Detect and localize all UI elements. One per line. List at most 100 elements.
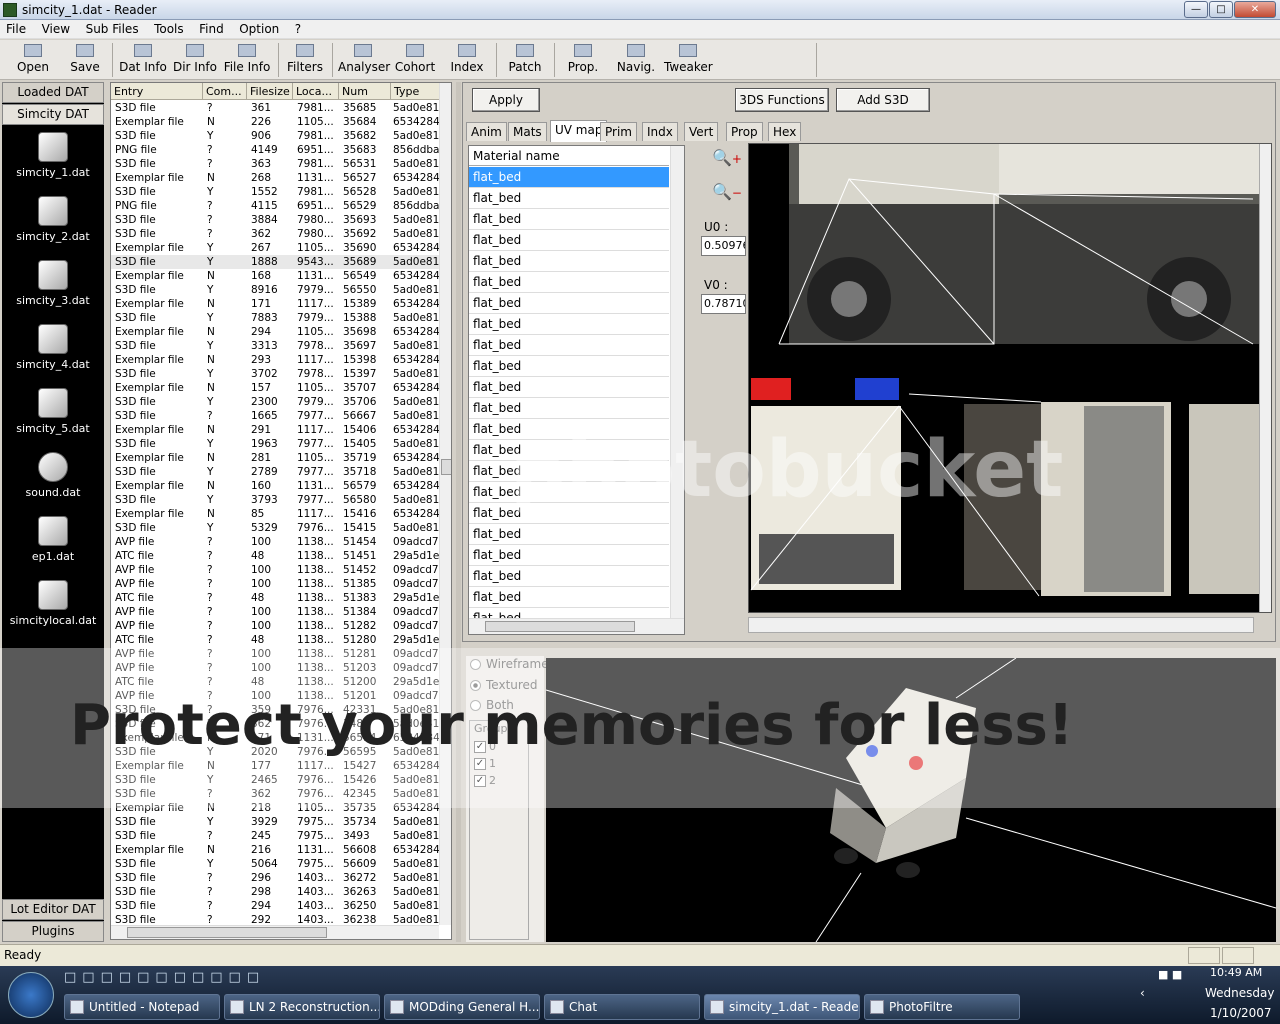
plugins-button[interactable]: Plugins: [2, 921, 104, 942]
dat-item-simcitylocal[interactable]: simcitylocal.dat: [2, 580, 104, 627]
file-row[interactable]: S3D file? 363 7981... 56531 5ad0e81: [111, 157, 441, 171]
tab-vert[interactable]: Vert: [684, 122, 719, 141]
col-num[interactable]: Num: [339, 83, 391, 100]
col-entry[interactable]: Entry: [111, 83, 203, 100]
minimize-button[interactable]: —: [1184, 1, 1208, 18]
navig-button[interactable]: Navig.: [614, 42, 658, 78]
material-hscroll[interactable]: [469, 618, 684, 634]
material-row[interactable]: flat_bed: [469, 335, 669, 356]
file-row[interactable]: S3D file? 296 1403... 36272 5ad0e81: [111, 871, 441, 885]
add-s3d-button[interactable]: Add S3D: [836, 88, 930, 112]
file-row[interactable]: S3D file? 3884 7980... 35693 5ad0e81: [111, 213, 441, 227]
uv-map-canvas[interactable]: [748, 143, 1272, 613]
material-row[interactable]: flat_bed: [469, 482, 669, 503]
file-row[interactable]: S3D file? 359 7976... 42331 5ad0e81: [111, 703, 441, 717]
file-row[interactable]: S3D file Y 2465 7976... 15426 5ad0e81: [111, 773, 441, 787]
file-row[interactable]: S3D file Y 2789 7977... 35718 5ad0e81: [111, 465, 441, 479]
file-row[interactable]: AVP file? 100 1138... 51203 09adcd7: [111, 661, 441, 675]
file-row[interactable]: Exemplar file N 171 1117... 15389 6534284: [111, 297, 441, 311]
file-row[interactable]: S3D file? 362 7976... 42345 5ad0e81: [111, 787, 441, 801]
start-button[interactable]: [8, 972, 54, 1018]
file-row[interactable]: S3D file? 362 7980... 35692 5ad0e81: [111, 227, 441, 241]
file-row[interactable]: S3D file Y 3929 7975... 35734 5ad0e81: [111, 815, 441, 829]
3ds-functions-button[interactable]: 3DS Functions: [735, 88, 829, 112]
prop-button[interactable]: Prop.: [562, 42, 604, 78]
file-row[interactable]: Exemplar file N 85 1117... 15416 6534284: [111, 507, 441, 521]
material-row[interactable]: flat_bed: [469, 314, 669, 335]
both-radio[interactable]: [470, 700, 481, 711]
file-row[interactable]: S3D file Y 1963 7977... 15405 5ad0e81: [111, 437, 441, 451]
file-row[interactable]: Exemplar file N 177 1117... 15427 6534284: [111, 759, 441, 773]
file-row[interactable]: S3D file? 361 7981... 35685 5ad0e81: [111, 101, 441, 115]
v0-field[interactable]: 0.787109: [701, 294, 746, 314]
material-row[interactable]: flat_bed: [469, 545, 669, 566]
material-list[interactable]: Material name flat_bed flat_bed flat_bed fl…: [468, 145, 685, 635]
file-row[interactable]: S3D file? 245 7975... 3493 5ad0e81: [111, 829, 441, 843]
file-row[interactable]: Exemplar file N 281 1105... 35719 6534284: [111, 451, 441, 465]
quick-launch[interactable]: □□□□□□□□□□□: [64, 970, 314, 988]
material-row[interactable]: flat_bed: [469, 419, 669, 440]
task-reader[interactable]: simcity_1.dat - Reader: [704, 994, 860, 1020]
dat-item-sound[interactable]: sound.dat: [2, 452, 104, 499]
group-1-checkbox[interactable]: ✓: [474, 758, 486, 770]
file-row[interactable]: S3D file Y 8916 7979... 56550 5ad0e81: [111, 283, 441, 297]
tray-expand-icon[interactable]: ‹: [1140, 986, 1145, 1000]
file-list-hscroll[interactable]: [111, 925, 439, 939]
file-row[interactable]: ATC file? 48 1138... 51280 29a5d1e: [111, 633, 441, 647]
close-button[interactable]: ✕: [1234, 1, 1276, 18]
material-row[interactable]: flat_bed: [469, 566, 669, 587]
file-row[interactable]: Exemplar file N 268 1131... 56527 6534284: [111, 171, 441, 185]
textured-radio[interactable]: [470, 680, 481, 691]
panel-splitter[interactable]: [456, 82, 461, 942]
cohort-button[interactable]: Cohort: [392, 42, 438, 78]
tweaker-button[interactable]: Tweaker: [664, 42, 713, 78]
file-row[interactable]: S3D file Y 3702 7978... 15397 5ad0e81: [111, 367, 441, 381]
material-vscroll[interactable]: [670, 146, 684, 618]
col-location[interactable]: Loca...: [293, 83, 339, 100]
simcity-dat-button[interactable]: Simcity DAT: [2, 104, 104, 125]
hscroll-thumb[interactable]: [127, 927, 327, 938]
file-row[interactable]: S3D file Y 5329 7976... 15415 5ad0e81: [111, 521, 441, 535]
file-row[interactable]: ATC file? 48 1138... 51200 29a5d1e: [111, 675, 441, 689]
wireframe-radio[interactable]: [470, 659, 481, 670]
file-row[interactable]: Exemplar file N 160 1131... 56579 6534284: [111, 479, 441, 493]
file-row[interactable]: ATC file? 48 1138... 51451 29a5d1e: [111, 549, 441, 563]
file-info-button[interactable]: File Info: [222, 42, 272, 78]
material-row[interactable]: flat_bed: [469, 440, 669, 461]
menu-find[interactable]: Find: [193, 20, 230, 36]
material-row[interactable]: flat_bed: [469, 587, 669, 608]
tray-icons[interactable]: ■ ■: [1158, 968, 1182, 981]
save-button[interactable]: Save: [66, 42, 104, 78]
file-row[interactable]: S3D file Y 3793 7977... 56580 5ad0e81: [111, 493, 441, 507]
file-row[interactable]: Exemplar file N 226 1105... 35684 6534284: [111, 115, 441, 129]
material-row[interactable]: flat_bed: [469, 461, 669, 482]
file-row[interactable]: Exemplar file N 216 1131... 56608 6534284: [111, 843, 441, 857]
file-list[interactable]: Entry Com... Filesize Loca... Num Type S…: [110, 82, 452, 940]
material-row[interactable]: flat_bed: [469, 293, 669, 314]
dat-item-ep1[interactable]: ep1.dat: [2, 516, 104, 563]
file-row[interactable]: Exemplar file Y 267 1105... 35690 6534284: [111, 241, 441, 255]
loaded-dat-button[interactable]: Loaded DAT: [2, 82, 104, 103]
file-row[interactable]: Exemplar file N 157 1105... 35707 6534284: [111, 381, 441, 395]
tab-indx[interactable]: Indx: [642, 122, 678, 141]
task-notepad[interactable]: Untitled - Notepad: [64, 994, 220, 1020]
file-row[interactable]: AVP file? 100 1138... 51384 09adcd7: [111, 605, 441, 619]
file-row[interactable]: AVP file? 100 1138... 51452 09adcd7: [111, 563, 441, 577]
dat-item-simcity-2[interactable]: simcity_2.dat: [2, 196, 104, 243]
file-row[interactable]: Exemplar file N 294 1105... 35698 6534284: [111, 325, 441, 339]
col-filesize[interactable]: Filesize: [247, 83, 293, 100]
file-row[interactable]: S3D file Y 7883 7979... 15388 5ad0e81: [111, 311, 441, 325]
group-0-checkbox[interactable]: ✓: [474, 741, 486, 753]
group-2-checkbox[interactable]: ✓: [474, 775, 486, 787]
material-row[interactable]: flat_bed: [469, 503, 669, 524]
tab-mats[interactable]: Mats: [508, 122, 547, 141]
file-row[interactable]: S3D file Y 1552 7981... 56528 5ad0e81: [111, 185, 441, 199]
tab-prim[interactable]: Prim: [600, 122, 637, 141]
filters-button[interactable]: Filters: [284, 42, 326, 78]
maximize-button[interactable]: □: [1209, 1, 1233, 18]
apply-button[interactable]: Apply: [472, 88, 540, 112]
clock-time[interactable]: 10:49 AM: [1210, 966, 1262, 979]
file-row[interactable]: Exemplar file N 293 1117... 15398 6534284: [111, 353, 441, 367]
zoom-in-icon[interactable]: 🔍+: [712, 148, 742, 167]
file-row[interactable]: AVP file? 100 1138... 51201 09adcd7: [111, 689, 441, 703]
